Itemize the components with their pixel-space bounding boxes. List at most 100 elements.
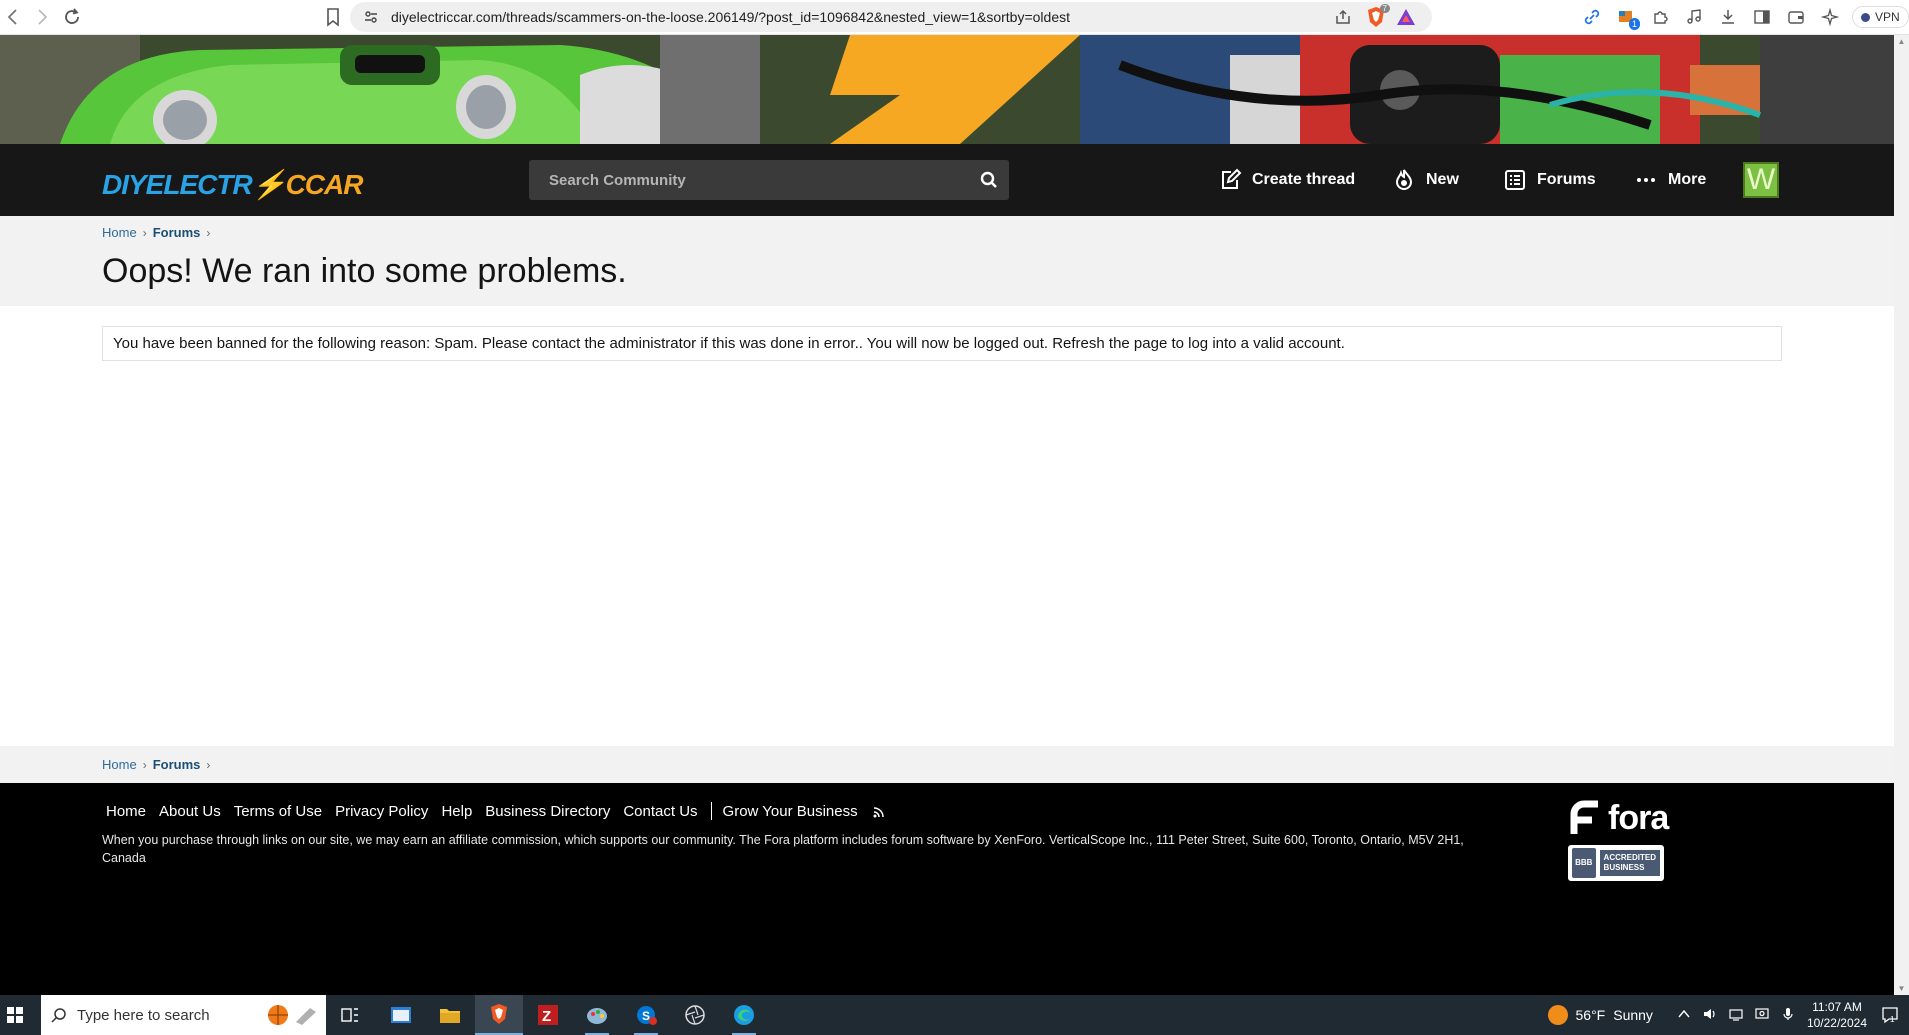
flame-icon xyxy=(1395,169,1413,190)
extension-flag-icon[interactable]: 1 xyxy=(1614,5,1640,30)
page-header: Home › Forums › Oops! We ran into some p… xyxy=(0,216,1894,306)
forums-button[interactable]: Forums xyxy=(1503,160,1596,200)
microphone-icon[interactable] xyxy=(1781,1007,1795,1024)
weather-temperature: 56°F xyxy=(1575,1007,1606,1023)
taskbar-search-placeholder: Type here to search xyxy=(77,1006,210,1024)
search-icon[interactable] xyxy=(979,170,999,190)
search-input[interactable] xyxy=(529,160,959,200)
footer-disclaimer: When you purchase through links on our s… xyxy=(102,833,1464,865)
vpn-label: VPN xyxy=(1875,10,1900,24)
breadcrumb-separator: › xyxy=(142,757,147,772)
footer-link-contact[interactable]: Contact Us xyxy=(623,803,697,820)
shield-count: 7 xyxy=(1379,4,1390,13)
create-thread-button[interactable]: Create thread xyxy=(1218,160,1355,200)
bbb-accredited-badge[interactable]: BBB ACCREDITED BUSINESS xyxy=(1568,845,1664,881)
create-thread-label: Create thread xyxy=(1252,171,1356,188)
page-title: Oops! We ran into some problems. xyxy=(102,252,627,290)
breadcrumb-separator: › xyxy=(206,225,211,240)
breadcrumb-separator: › xyxy=(142,225,147,240)
browser-toolbar: diyelectriccar.com/threads/scammers-on-t… xyxy=(0,0,1909,35)
site-info-icon[interactable] xyxy=(362,8,380,26)
footer-breadcrumb: Home › Forums › xyxy=(102,757,210,772)
rss-icon[interactable] xyxy=(873,805,885,818)
music-icon[interactable] xyxy=(1682,5,1706,29)
forums-label: Forums xyxy=(1537,171,1596,188)
task-view-icon[interactable] xyxy=(326,995,374,1035)
tray-icons xyxy=(1677,1007,1795,1024)
breadcrumb-forums[interactable]: Forums xyxy=(153,757,201,772)
breadcrumb-home[interactable]: Home xyxy=(102,757,137,772)
scroll-up-icon[interactable]: ▲ xyxy=(1897,37,1906,46)
brave-rewards-icon[interactable] xyxy=(1396,7,1416,27)
footer-link-grow-business[interactable]: Grow Your Business xyxy=(723,803,858,820)
extension-icons: 1 VPN xyxy=(1580,5,1909,30)
footer-link-help[interactable]: Help xyxy=(441,803,472,820)
footer-link-home[interactable]: Home xyxy=(106,803,146,820)
search-box xyxy=(529,160,1009,200)
puzzle-icon[interactable] xyxy=(1648,5,1672,29)
filezilla-icon[interactable]: Z xyxy=(524,995,572,1035)
weather-widget[interactable]: 56°F Sunny xyxy=(1547,1005,1653,1025)
wallet-icon[interactable] xyxy=(1784,5,1808,29)
clock[interactable]: 11:07 AM 10/22/2024 xyxy=(1807,999,1867,1031)
scroll-down-icon[interactable]: ▼ xyxy=(1897,984,1906,993)
brave-browser-icon[interactable] xyxy=(475,995,523,1035)
address-bar[interactable]: diyelectriccar.com/threads/scammers-on-t… xyxy=(350,2,1432,32)
fora-wordmark: fora xyxy=(1608,798,1669,837)
skype-icon[interactable]: S xyxy=(622,995,670,1035)
link-icon[interactable] xyxy=(1580,5,1604,29)
edge-browser-icon[interactable] xyxy=(720,995,768,1035)
page-scrollbar[interactable]: ▲ ▼ xyxy=(1894,35,1909,995)
url-text[interactable]: diyelectriccar.com/threads/scammers-on-t… xyxy=(391,9,1070,25)
site-footer: Home About Us Terms of Use Privacy Polic… xyxy=(0,783,1894,995)
weather-description: Sunny xyxy=(1613,1007,1653,1023)
paint-icon[interactable] xyxy=(573,995,621,1035)
footer-breadcrumb-bar: Home › Forums › xyxy=(0,746,1894,783)
taskbar-app-window-icon[interactable] xyxy=(377,995,425,1035)
vpn-button[interactable]: VPN xyxy=(1852,6,1909,28)
footer-divider xyxy=(710,802,712,820)
weather-sun-icon xyxy=(1547,1005,1568,1025)
ellipsis-icon xyxy=(1637,178,1655,182)
share-icon[interactable] xyxy=(1334,8,1352,26)
file-explorer-icon[interactable] xyxy=(426,995,474,1035)
breadcrumb-forums[interactable]: Forums xyxy=(153,225,201,240)
chevron-up-icon[interactable] xyxy=(1677,1007,1691,1024)
volume-icon[interactable] xyxy=(1703,1007,1717,1024)
aperture-app-icon[interactable] xyxy=(671,995,719,1035)
display-icon[interactable] xyxy=(1755,1007,1769,1024)
bookmark-icon[interactable] xyxy=(321,5,345,29)
bbb-text: ACCREDITED BUSINESS xyxy=(1599,850,1660,876)
back-icon[interactable] xyxy=(1,5,25,29)
windows-taskbar: Type here to search Z S 56°F Sunny 11:07… xyxy=(0,995,1909,1035)
footer-link-terms[interactable]: Terms of Use xyxy=(234,803,322,820)
user-avatar[interactable]: W xyxy=(1743,162,1779,198)
network-icon[interactable] xyxy=(1729,1007,1743,1024)
footer-link-privacy[interactable]: Privacy Policy xyxy=(335,803,428,820)
brave-shield-icon[interactable]: 7 xyxy=(1366,4,1390,28)
breadcrumb-home[interactable]: Home xyxy=(102,225,137,240)
notification-icon[interactable]: 1 xyxy=(1881,1006,1899,1024)
fora-logo[interactable]: fora xyxy=(1568,798,1669,838)
site-navbar: DIYELECTR⚡CCAR Create thread New Forums … xyxy=(0,144,1894,216)
reload-icon[interactable] xyxy=(60,5,84,29)
leo-ai-icon[interactable] xyxy=(1818,5,1842,29)
fora-mark-icon xyxy=(1570,800,1598,834)
breadcrumb: Home › Forums › xyxy=(102,225,210,240)
header-banner-image xyxy=(0,35,1894,144)
logo-text: DIYELECTR⚡CCAR xyxy=(102,168,363,200)
download-icon[interactable] xyxy=(1716,5,1740,29)
footer-link-directory[interactable]: Business Directory xyxy=(485,803,610,820)
sidebar-icon[interactable] xyxy=(1750,5,1774,29)
site-logo[interactable]: DIYELECTR⚡CCAR xyxy=(102,164,363,204)
forward-icon[interactable] xyxy=(30,5,54,29)
taskbar-search[interactable]: Type here to search xyxy=(41,995,326,1035)
svg-text:1: 1 xyxy=(1890,1015,1895,1024)
new-posts-button[interactable]: New xyxy=(1392,160,1459,200)
vpn-status-icon xyxy=(1861,12,1870,22)
windows-start-icon[interactable] xyxy=(0,995,30,1035)
footer-link-about[interactable]: About Us xyxy=(159,803,221,820)
more-button[interactable]: More xyxy=(1634,160,1706,200)
bbb-seal-icon: BBB xyxy=(1572,848,1596,878)
clock-time: 11:07 AM xyxy=(1812,1000,1862,1014)
